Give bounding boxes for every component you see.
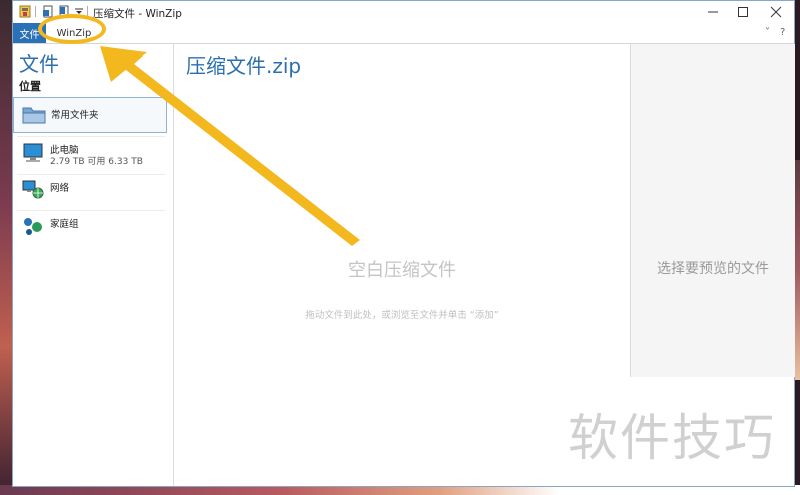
window-title: 压缩文件 - WinZip bbox=[93, 8, 182, 20]
maximize-button[interactable] bbox=[726, 1, 760, 23]
winzip-app-icon[interactable] bbox=[19, 5, 31, 18]
title-separator bbox=[87, 6, 88, 17]
help-icon[interactable]: ? bbox=[780, 27, 785, 38]
location-name: 网络 bbox=[50, 183, 70, 194]
location-this-pc[interactable]: 此电脑 2.79 TB 可用 6.33 TB bbox=[13, 138, 167, 174]
folder-icon bbox=[22, 107, 46, 124]
preview-pane: 选择要预览的文件 bbox=[630, 44, 795, 377]
ribbon-collapse-icon[interactable]: ˅ bbox=[765, 27, 770, 38]
tab-winzip[interactable]: WinZip bbox=[51, 25, 97, 41]
desktop-background-left bbox=[0, 0, 12, 495]
location-name: 常用文件夹 bbox=[51, 110, 99, 121]
location-network[interactable]: 网络 bbox=[13, 176, 167, 212]
empty-zip-hint: 拖动文件到此处，或浏览至文件并单击 “添加” bbox=[305, 310, 499, 321]
location-divider bbox=[17, 136, 165, 137]
maximize-icon bbox=[738, 7, 748, 17]
quick-access-open-icon[interactable] bbox=[58, 5, 70, 18]
minimize-button[interactable] bbox=[696, 1, 730, 23]
location-divider bbox=[17, 174, 165, 175]
empty-zip-title: 空白压缩文件 bbox=[348, 260, 456, 281]
quick-access-new-icon[interactable] bbox=[42, 5, 54, 18]
tab-file[interactable]: 文件 bbox=[13, 23, 46, 43]
network-icon bbox=[22, 180, 44, 199]
location-frequent-folders[interactable]: 常用文件夹 bbox=[13, 97, 167, 133]
quick-access-separator bbox=[35, 6, 36, 17]
minimize-icon bbox=[708, 11, 718, 13]
close-icon bbox=[770, 6, 782, 18]
quick-access-dropdown-icon[interactable] bbox=[73, 5, 85, 18]
zip-content-area[interactable]: 压缩文件.zip 空白压缩文件 拖动文件到此处，或浏览至文件并单击 “添加” bbox=[174, 44, 630, 486]
title-bar: 压缩文件 - WinZip bbox=[13, 1, 794, 23]
close-button[interactable] bbox=[759, 1, 793, 23]
computer-icon bbox=[23, 143, 43, 162]
ribbon-tab-bar: 文件 WinZip ˅ ? bbox=[13, 23, 794, 44]
location-divider bbox=[17, 210, 165, 211]
locations-heading: 位置 bbox=[19, 80, 41, 93]
zip-file-name: 压缩文件.zip bbox=[186, 54, 302, 78]
location-capacity: 2.79 TB 可用 6.33 TB bbox=[50, 157, 143, 167]
preview-placeholder: 选择要预览的文件 bbox=[657, 261, 769, 277]
location-homegroup[interactable]: 家庭组 bbox=[13, 213, 167, 249]
locations-panel: 文件 位置 常用文件夹 此电脑 2.79 TB 可用 6.33 TB 网络 家庭… bbox=[13, 44, 174, 486]
location-name: 家庭组 bbox=[50, 219, 79, 230]
homegroup-icon bbox=[24, 218, 42, 235]
panel-title: 文件 bbox=[19, 52, 59, 76]
watermark-text: 软件技巧 bbox=[568, 409, 776, 467]
